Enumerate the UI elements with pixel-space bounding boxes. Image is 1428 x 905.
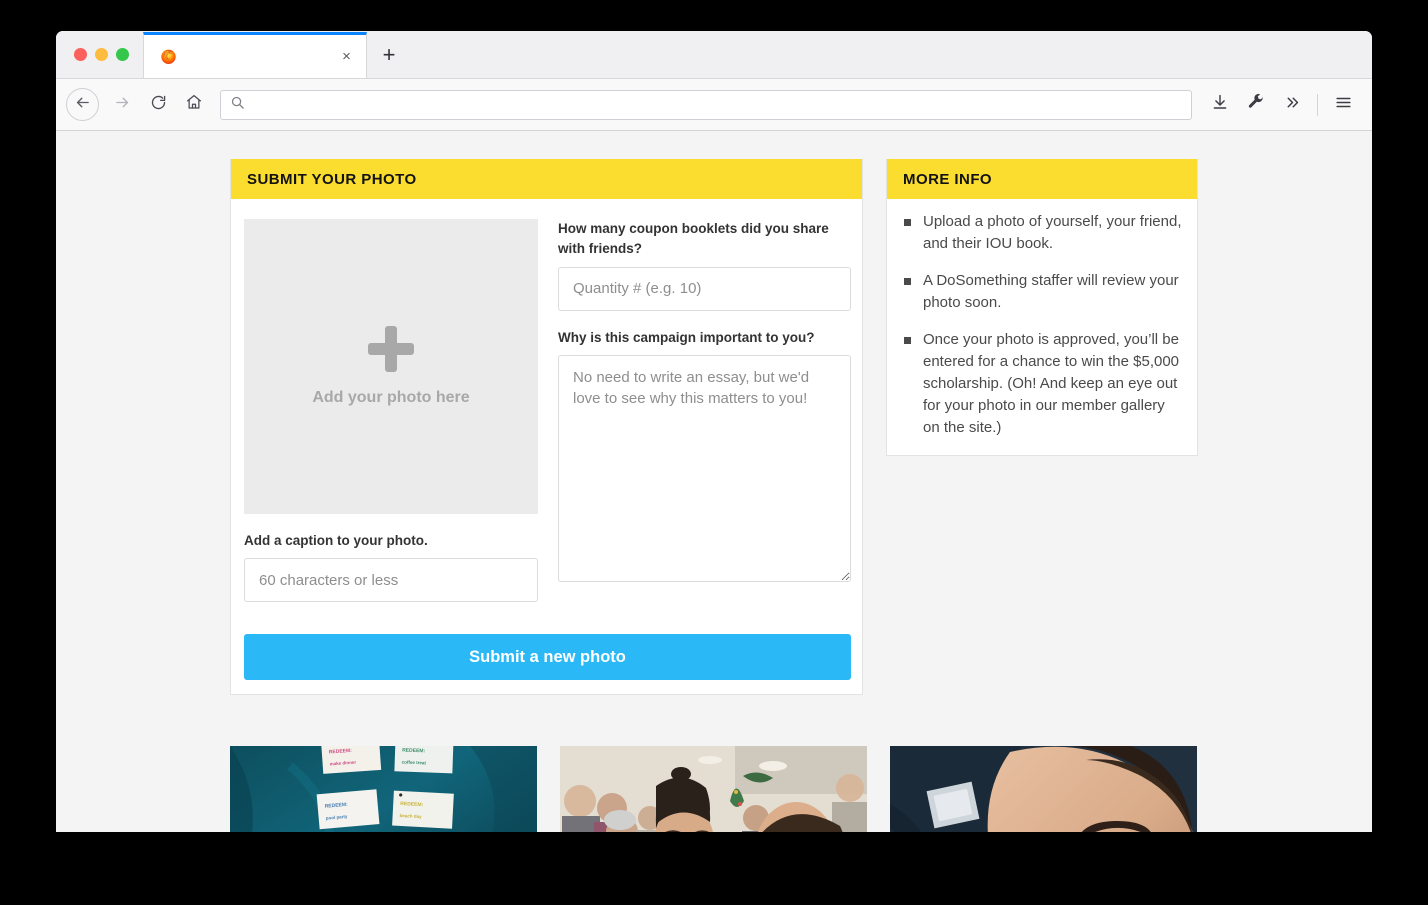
submit-card-header: SUBMIT YOUR PHOTO	[231, 159, 862, 199]
photo-dropzone[interactable]: Add your photo here	[244, 219, 538, 514]
arrow-left-icon	[74, 94, 91, 116]
list-item-text: Upload a photo of yourself, your friend,…	[923, 213, 1182, 253]
close-window-button[interactable]	[74, 48, 87, 61]
quantity-input[interactable]	[558, 266, 851, 311]
svg-text:coffee treat: coffee treat	[402, 760, 427, 766]
page-content: SUBMIT YOUR PHOTO Add your photo here Ad…	[56, 131, 1372, 832]
chevron-double-right-icon	[1284, 94, 1301, 116]
browser-window: × + SUBMIT YOUR PHOTO Add your photo her…	[56, 31, 1372, 832]
list-item-text: Once your photo is approved, you’ll be e…	[923, 331, 1180, 437]
arrow-right-icon	[114, 94, 131, 116]
list-item: Upload a photo of yourself, your friend,…	[901, 211, 1183, 255]
gallery-photo-coupons: REDEEM: make dinner REDEEM: coffee treat	[230, 746, 537, 832]
browser-tab-active[interactable]: ×	[143, 32, 367, 78]
page-viewport: SUBMIT YOUR PHOTO Add your photo here Ad…	[56, 131, 1372, 832]
dropzone-label: Add your photo here	[312, 389, 470, 406]
close-icon[interactable]: ×	[337, 47, 356, 66]
maximize-window-button[interactable]	[116, 48, 129, 61]
submit-new-photo-button[interactable]: Submit a new photo	[244, 634, 851, 681]
info-card-title: MORE INFO	[903, 171, 993, 188]
list-item: Once your photo is approved, you’ll be e…	[901, 329, 1183, 439]
info-list: Upload a photo of yourself, your friend,…	[901, 211, 1183, 439]
reason-label: Why is this campaign important to you?	[558, 329, 815, 345]
square-bullet-icon	[904, 337, 911, 345]
download-icon	[1211, 93, 1229, 116]
wrench-icon	[1247, 93, 1265, 116]
svg-text:REDEEM:: REDEEM:	[400, 801, 424, 808]
plus-icon	[368, 326, 414, 372]
window-controls	[56, 31, 143, 78]
new-tab-button[interactable]: +	[374, 40, 404, 70]
reload-button[interactable]	[141, 88, 175, 122]
submit-photo-card: SUBMIT YOUR PHOTO Add your photo here Ad…	[230, 159, 863, 696]
svg-text:REDEEM:: REDEEM:	[402, 748, 426, 755]
app-menu-button[interactable]	[1326, 88, 1360, 122]
square-bullet-icon	[904, 219, 911, 226]
home-icon	[185, 93, 203, 116]
back-button[interactable]	[66, 88, 99, 121]
square-bullet-icon	[904, 278, 911, 286]
forward-button[interactable]	[105, 88, 139, 122]
home-button[interactable]	[177, 88, 211, 122]
photo-upload-column: Add your photo here Add a caption to you…	[244, 219, 538, 603]
quantity-label: How many coupon booklets did you share w…	[558, 221, 829, 257]
info-card-header: MORE INFO	[887, 159, 1197, 199]
address-bar[interactable]	[220, 89, 1192, 120]
screenshot-root: × + SUBMIT YOUR PHOTO Add your photo her…	[0, 0, 1428, 905]
more-info-card: MORE INFO Upload a photo of yourself, yo…	[886, 159, 1198, 457]
info-card-body: Upload a photo of yourself, your friend,…	[887, 199, 1197, 455]
firefox-logo-icon	[160, 48, 177, 65]
reload-icon	[150, 94, 167, 116]
submit-card-body: Add your photo here Add a caption to you…	[231, 199, 862, 618]
minimize-window-button[interactable]	[95, 48, 108, 61]
gallery-photo-two-boys	[560, 746, 867, 832]
overflow-button[interactable]	[1275, 88, 1309, 122]
list-item: A DoSomething staffer will review your p…	[901, 270, 1183, 314]
gallery-photo-selfie	[890, 746, 1197, 832]
photo-gallery: REDEEM: make dinner REDEEM: coffee treat	[230, 746, 1198, 832]
search-icon	[230, 95, 245, 115]
questions-column: How many coupon booklets did you share w…	[558, 219, 851, 602]
gallery-tile-two-teen-boys-smiling-indoors[interactable]	[560, 746, 867, 832]
gallery-tile-closeup-selfie-of-person[interactable]	[890, 746, 1197, 832]
submit-card-title: SUBMIT YOUR PHOTO	[247, 171, 417, 188]
devtools-button[interactable]	[1239, 88, 1273, 122]
caption-label: Add a caption to your photo.	[244, 533, 428, 548]
toolbar-divider	[1317, 93, 1318, 116]
hamburger-menu-icon	[1334, 93, 1353, 117]
navigation-toolbar	[56, 79, 1372, 131]
caption-input[interactable]	[244, 558, 538, 603]
list-item-text: A DoSomething staffer will review your p…	[923, 272, 1179, 312]
tab-strip: × +	[56, 31, 1372, 79]
reason-textarea[interactable]	[558, 354, 851, 582]
gallery-tile-handmade-redeem-coupons-on-teal-blanket[interactable]: REDEEM: make dinner REDEEM: coffee treat	[230, 746, 537, 832]
content-grid: SUBMIT YOUR PHOTO Add your photo here Ad…	[230, 159, 1198, 696]
downloads-button[interactable]	[1203, 88, 1237, 122]
